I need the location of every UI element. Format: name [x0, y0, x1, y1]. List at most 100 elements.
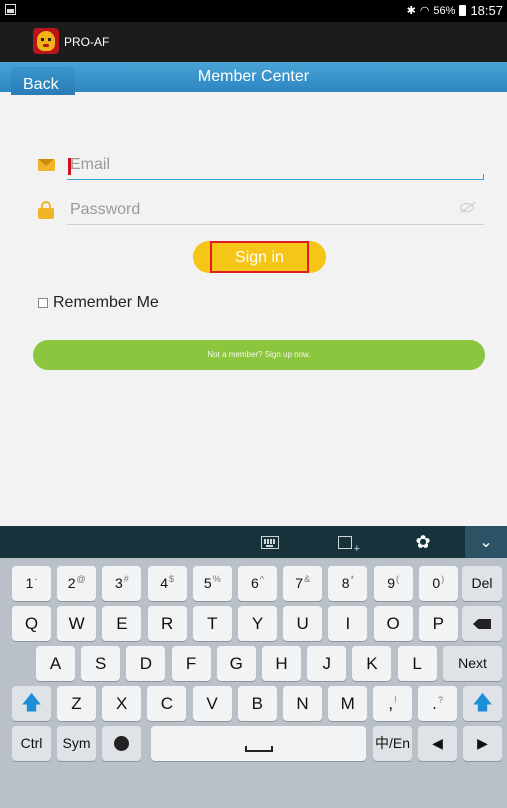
key-h-label: H	[275, 654, 288, 673]
language-key[interactable]: 中/En	[373, 726, 412, 761]
eye-icon[interactable]	[460, 203, 474, 212]
key-5[interactable]: 5%	[192, 566, 232, 601]
key-g[interactable]: G	[216, 646, 256, 681]
key-period-label: .	[432, 694, 437, 713]
shift-arrow-right-icon[interactable]: 🡅	[463, 686, 502, 721]
key-4[interactable]: 4$	[147, 566, 187, 601]
keyboard-toolbar: ✿ ⌄	[0, 526, 507, 558]
app-title-bar: PRO-AF	[0, 22, 507, 62]
key-s-label: S	[95, 654, 107, 673]
key-8[interactable]: 8*	[328, 566, 368, 601]
key-h[interactable]: H	[262, 646, 301, 681]
password-field-row: Password	[38, 195, 484, 225]
signup-button[interactable]: Not a member? Sign up now.	[33, 340, 485, 370]
remember-me-checkbox[interactable]	[38, 298, 48, 308]
key-v-label: V	[206, 694, 218, 713]
sym-key[interactable]: Sym	[57, 726, 96, 761]
key-b[interactable]: B	[237, 686, 277, 721]
key-f[interactable]: F	[171, 646, 211, 681]
key-u-label: U	[296, 614, 309, 633]
next-key-label: Next	[458, 655, 487, 671]
key-y[interactable]: Y	[238, 606, 277, 641]
key-o[interactable]: O	[373, 606, 413, 641]
key-1-alt-label: -	[34, 574, 38, 584]
key-2-label: 2	[67, 575, 76, 591]
key-n[interactable]: N	[283, 686, 322, 721]
page-title: Member Center	[197, 68, 310, 85]
key-x[interactable]: X	[102, 686, 142, 721]
key-q-label: Q	[24, 614, 39, 633]
emoji-icon[interactable]	[102, 726, 141, 761]
key-f-label: F	[185, 654, 197, 673]
key-4-label: 4	[160, 575, 168, 591]
key-y-label: Y	[251, 614, 264, 633]
key-period[interactable]: .?	[418, 686, 457, 721]
key-u[interactable]: U	[283, 606, 323, 641]
key-r-label: R	[160, 614, 174, 633]
key-v[interactable]: V	[192, 686, 232, 721]
key-w[interactable]: W	[57, 606, 97, 641]
key-9[interactable]: 9(	[373, 566, 413, 601]
left-arrow-icon[interactable]: ◀	[418, 726, 457, 761]
keyboard-icon[interactable]	[255, 526, 285, 558]
key-2[interactable]: 2@	[57, 566, 97, 601]
key-l[interactable]: L	[397, 646, 437, 681]
app-logo-icon	[33, 28, 59, 54]
key-r[interactable]: R	[147, 606, 187, 641]
key-z[interactable]: Z	[57, 686, 96, 721]
nav-bar: Member Center Back	[0, 62, 507, 95]
key-p[interactable]: P	[418, 606, 458, 641]
key-m[interactable]: M	[328, 686, 368, 721]
signin-button-background: Sign in	[193, 241, 326, 273]
next-key[interactable]: Next	[443, 646, 502, 681]
lock-icon	[38, 201, 54, 219]
signin-button[interactable]: Sign in	[210, 241, 309, 273]
ctrl-key[interactable]: Ctrl	[12, 726, 51, 761]
key-6[interactable]: 6^	[238, 566, 277, 601]
key-0[interactable]: 0)	[418, 566, 458, 601]
chevron-down-icon[interactable]: ⌄	[465, 526, 507, 558]
clipboard-icon[interactable]	[330, 526, 360, 558]
right-arrow-icon-label: ▶	[477, 735, 488, 751]
key-7-label: 7	[295, 575, 304, 591]
key-c-label: C	[160, 694, 174, 713]
key-a[interactable]: A	[36, 646, 75, 681]
battery-icon	[459, 5, 467, 16]
key-d-label: D	[139, 654, 153, 673]
key-1-label: 1	[25, 575, 34, 591]
key-1[interactable]: 1-	[12, 566, 51, 601]
right-arrow-icon[interactable]: ▶	[463, 726, 502, 761]
key-t[interactable]: T	[192, 606, 232, 641]
password-input[interactable]: Password	[67, 195, 484, 225]
key-d[interactable]: D	[126, 646, 166, 681]
key-k[interactable]: K	[352, 646, 392, 681]
key-6-alt-label: ^	[259, 574, 265, 584]
key-g-label: G	[229, 654, 243, 673]
key-c[interactable]: C	[147, 686, 187, 721]
keyboard: 1- 2@ 3# 4$ 5% 6^ 7& 8* 9(0) Del Q W E R T Y U I O P A S D F G H J…	[0, 558, 507, 808]
key-e[interactable]: E	[102, 606, 142, 641]
key-7-alt-label: &	[304, 574, 311, 584]
delete-key[interactable]: Del	[462, 566, 502, 601]
gear-icon[interactable]: ✿	[408, 526, 438, 558]
key-p-label: P	[432, 614, 444, 633]
email-input[interactable]: Email	[67, 150, 484, 180]
screenshot-icon	[5, 4, 16, 15]
key-s[interactable]: S	[81, 646, 121, 681]
remember-me[interactable]: Remember Me	[38, 294, 159, 312]
space-icon[interactable]	[151, 726, 366, 761]
key-3[interactable]: 3#	[102, 566, 142, 601]
key-n-label: N	[296, 694, 309, 713]
key-comma[interactable]: ,!	[373, 686, 412, 721]
key-3-alt-label: #	[123, 574, 129, 584]
shift-arrow-icon[interactable]: 🡅	[12, 686, 51, 721]
space-glyph	[244, 746, 273, 752]
key-7[interactable]: 7&	[283, 566, 323, 601]
key-i[interactable]: I	[328, 606, 368, 641]
shift-arrow-icon-label: 🡅	[21, 692, 42, 714]
status-bar: ✱ ◠ 56% 18:57	[0, 0, 507, 22]
key-q[interactable]: Q	[12, 606, 51, 641]
back-button[interactable]: Back	[11, 67, 75, 95]
key-j[interactable]: J	[307, 646, 347, 681]
backspace-icon[interactable]	[462, 606, 502, 641]
